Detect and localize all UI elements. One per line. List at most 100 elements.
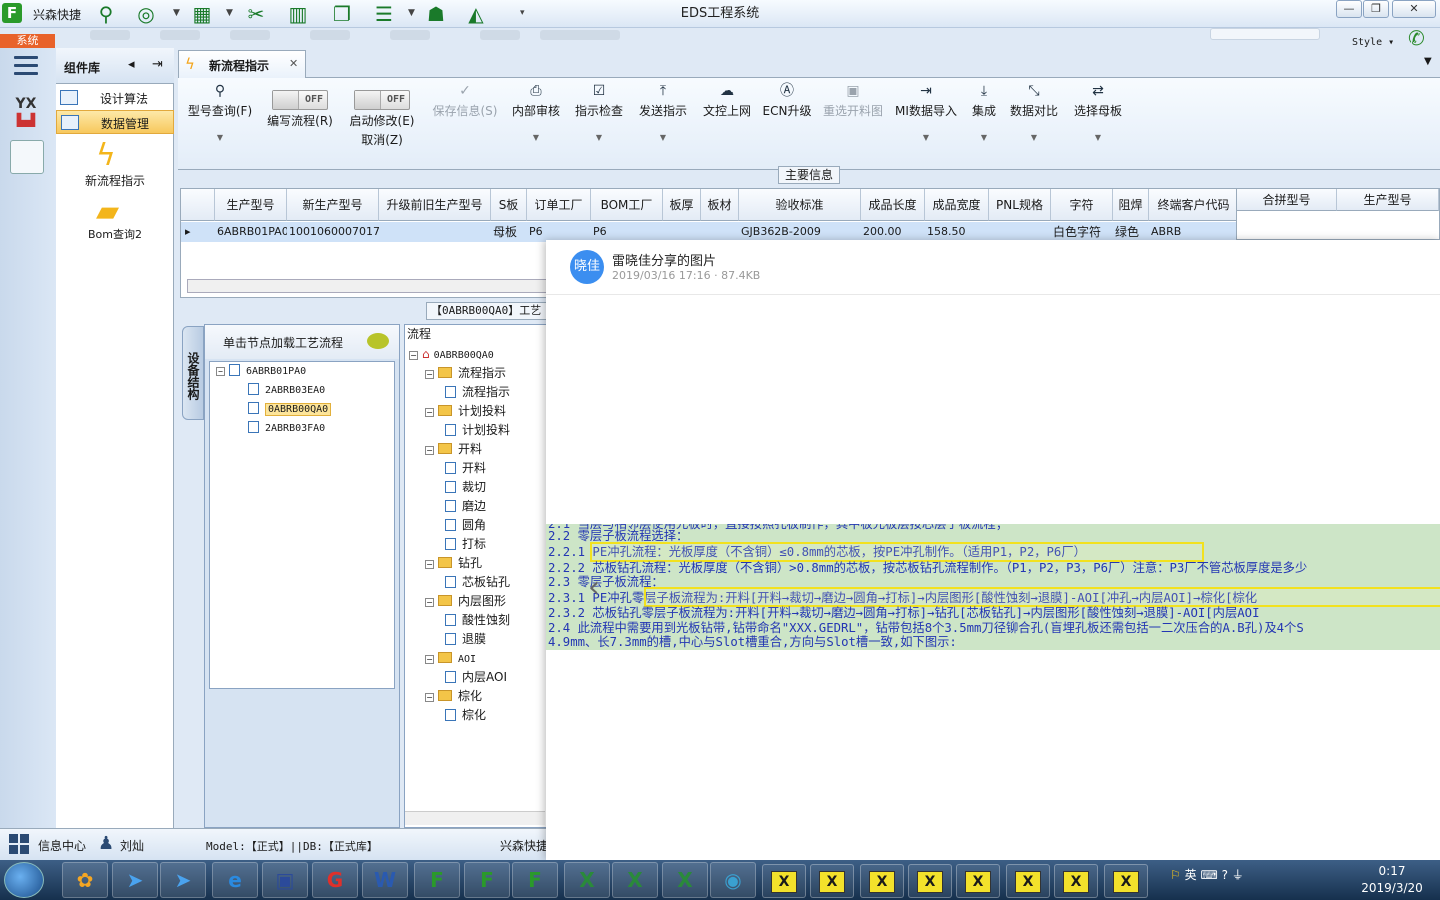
table-cell[interactable]: P6 bbox=[591, 222, 663, 242]
word-icon[interactable]: W bbox=[362, 862, 408, 898]
table-cell[interactable] bbox=[379, 222, 491, 242]
grid-header[interactable]: 验收标准 bbox=[739, 189, 861, 221]
tree-node[interactable]: 2ABRB03FA0 bbox=[210, 419, 394, 438]
tree-node[interactable]: 芯板钻孔 bbox=[407, 573, 547, 592]
data-compare-button[interactable]: ⤡ 数据对比 ▼ bbox=[1008, 80, 1060, 150]
tree-node[interactable]: − AOI bbox=[407, 649, 547, 668]
internal-review-button[interactable]: ⎙ 内部审核 ▼ bbox=[510, 80, 562, 150]
tree-node[interactable]: 计划投料 bbox=[407, 421, 547, 440]
table-cell[interactable]: 158.50 bbox=[925, 222, 989, 242]
taskbar-window-button[interactable]: X bbox=[762, 864, 806, 898]
ime-language[interactable]: 英 bbox=[1185, 868, 1197, 882]
table-cell[interactable]: GJB362B-2009 bbox=[739, 222, 861, 242]
tree-node[interactable]: 开料 bbox=[407, 459, 547, 478]
table-cell[interactable]: P6 bbox=[527, 222, 591, 242]
search-box[interactable] bbox=[1210, 28, 1320, 40]
tree-node[interactable]: 退膜 bbox=[407, 630, 547, 649]
tab-new-flow-instruction[interactable]: ϟ 新流程指示 ✕ bbox=[178, 50, 306, 78]
tree-node[interactable]: 流程指示 bbox=[407, 383, 547, 402]
shared-image[interactable]: 2.1 当层与相邻层使用光板时，直接按照孔板制作，其中板光板层按芯层子板流程； … bbox=[546, 524, 1440, 650]
chevron-left-icon[interactable]: ◂ bbox=[128, 57, 135, 72]
menu-item[interactable] bbox=[90, 30, 130, 40]
grid-header[interactable]: 板厚 bbox=[663, 189, 701, 221]
tree-node-selected[interactable]: 0ABRB00QA0 bbox=[210, 400, 394, 419]
factory-icon[interactable]: YX ▙▟ bbox=[8, 96, 44, 130]
write-flow-toggle[interactable]: OFF 编写流程(R) bbox=[262, 80, 338, 150]
browser-icon[interactable]: e bbox=[212, 862, 258, 898]
taskbar-window-button[interactable]: X bbox=[1006, 864, 1050, 898]
close-icon[interactable]: ✕ bbox=[289, 57, 298, 70]
minimize-button[interactable]: — bbox=[1336, 0, 1362, 18]
menu-item[interactable] bbox=[540, 30, 620, 40]
menu-item[interactable] bbox=[230, 30, 270, 40]
ime-icon[interactable]: ⚐ bbox=[1170, 868, 1181, 882]
grid-header[interactable]: 生产型号 bbox=[1337, 189, 1439, 211]
shell-app-icon[interactable]: ✿ bbox=[62, 862, 108, 898]
folder-icon[interactable]: ▰ bbox=[96, 194, 119, 229]
tree-node[interactable]: − 内层图形 bbox=[407, 592, 547, 611]
instruction-check-button[interactable]: ☑ 指示检查 ▼ bbox=[572, 80, 626, 150]
component-item-design-algorithm[interactable]: 设计算法 bbox=[56, 86, 174, 110]
tree-node[interactable]: − 流程指示 bbox=[407, 364, 547, 383]
tree-node[interactable]: − 钻孔 bbox=[407, 554, 547, 573]
table-cell[interactable]: 10010600070174 bbox=[287, 222, 379, 242]
style-menu[interactable]: Style ▾ bbox=[1352, 37, 1394, 48]
integrate-button[interactable]: ⤓ 集成 ▼ bbox=[968, 80, 1000, 150]
horizontal-scrollbar[interactable] bbox=[405, 811, 545, 825]
table-cell[interactable]: ABRB bbox=[1149, 222, 1239, 242]
taskbar-window-button[interactable]: X bbox=[908, 864, 952, 898]
start-modify-toggle[interactable]: OFF 启动修改(E) 取消(Z) bbox=[344, 80, 420, 150]
table-cell[interactable] bbox=[663, 222, 701, 242]
toggle-switch[interactable]: OFF bbox=[354, 90, 410, 110]
grid-header[interactable]: 阻焊 bbox=[1113, 189, 1149, 221]
grid-header[interactable]: 成品长度 bbox=[861, 189, 925, 221]
table-cell[interactable] bbox=[989, 222, 1051, 242]
app-f-icon[interactable]: F bbox=[414, 862, 460, 898]
close-button[interactable]: ✕ bbox=[1392, 0, 1436, 18]
menu-item[interactable] bbox=[160, 30, 200, 40]
excel-icon[interactable]: X bbox=[612, 862, 658, 898]
taskbar-window-button[interactable]: X bbox=[810, 864, 854, 898]
table-cell[interactable]: 母板 bbox=[491, 222, 527, 242]
clock[interactable]: 0:17 2019/3/20 bbox=[1352, 863, 1432, 897]
tree-node[interactable]: 打标 bbox=[407, 535, 547, 554]
keyboard-icon[interactable]: ⌨ bbox=[1200, 868, 1217, 882]
grid-header[interactable]: 合拼型号 bbox=[1237, 189, 1337, 211]
app-f-icon[interactable]: F bbox=[512, 862, 558, 898]
chevron-left-icon[interactable]: ‹ bbox=[588, 570, 600, 605]
hamburger-menu-icon[interactable] bbox=[14, 56, 38, 76]
table-cell[interactable]: 6ABRB01PA0 bbox=[215, 222, 287, 242]
eye-icon[interactable]: ◉ bbox=[710, 862, 756, 898]
taskbar-window-button[interactable]: X bbox=[956, 864, 1000, 898]
tab-list-icon[interactable]: ▼ bbox=[1424, 56, 1432, 67]
excel-icon[interactable]: X bbox=[564, 862, 610, 898]
mi-data-import-button[interactable]: ⇥ MI数据导入 ▼ bbox=[894, 80, 958, 150]
send-instruction-button[interactable]: ⤒ 发送指示 ▼ bbox=[636, 80, 690, 150]
info-center-link[interactable]: 信息中心 bbox=[38, 837, 86, 854]
lightning-icon[interactable]: ϟ bbox=[96, 138, 116, 173]
grid-header[interactable]: 订单工厂 bbox=[527, 189, 591, 221]
grid-header[interactable]: 字符 bbox=[1051, 189, 1113, 221]
phone-icon[interactable]: ✆ bbox=[1408, 26, 1425, 50]
cancel-label[interactable]: 取消(Z) bbox=[344, 131, 420, 148]
taskbar-window-button[interactable]: X bbox=[1054, 864, 1098, 898]
tree-node[interactable]: − ⌂ 0ABRB00QA0 bbox=[407, 345, 547, 364]
tree-node[interactable]: 内层AOI bbox=[407, 668, 547, 687]
menu-item[interactable] bbox=[310, 30, 350, 40]
taskbar-window-button[interactable]: X bbox=[1104, 864, 1148, 898]
grid-header[interactable]: PNL规格 bbox=[989, 189, 1051, 221]
menu-item[interactable] bbox=[390, 30, 430, 40]
tree-node[interactable]: 裁切 bbox=[407, 478, 547, 497]
taskbar-window-button[interactable]: X bbox=[860, 864, 904, 898]
table-cell[interactable]: 200.00 bbox=[861, 222, 925, 242]
tree-node[interactable]: − 开料 bbox=[407, 440, 547, 459]
save-info-button[interactable]: ✓ 保存信息(S) bbox=[430, 80, 500, 150]
menu-item[interactable] bbox=[480, 30, 520, 40]
table-cell[interactable]: 绿色 bbox=[1113, 222, 1149, 242]
network-icon[interactable]: ⏚ bbox=[1232, 868, 1244, 882]
start-button[interactable] bbox=[4, 862, 44, 898]
toggle-switch[interactable]: OFF bbox=[272, 90, 328, 110]
grid-header[interactable]: 升级前旧生产型号 bbox=[379, 189, 491, 221]
windows-grid-icon[interactable] bbox=[8, 833, 30, 855]
tool-new-flow-instruction[interactable]: 新流程指示 bbox=[56, 172, 174, 189]
